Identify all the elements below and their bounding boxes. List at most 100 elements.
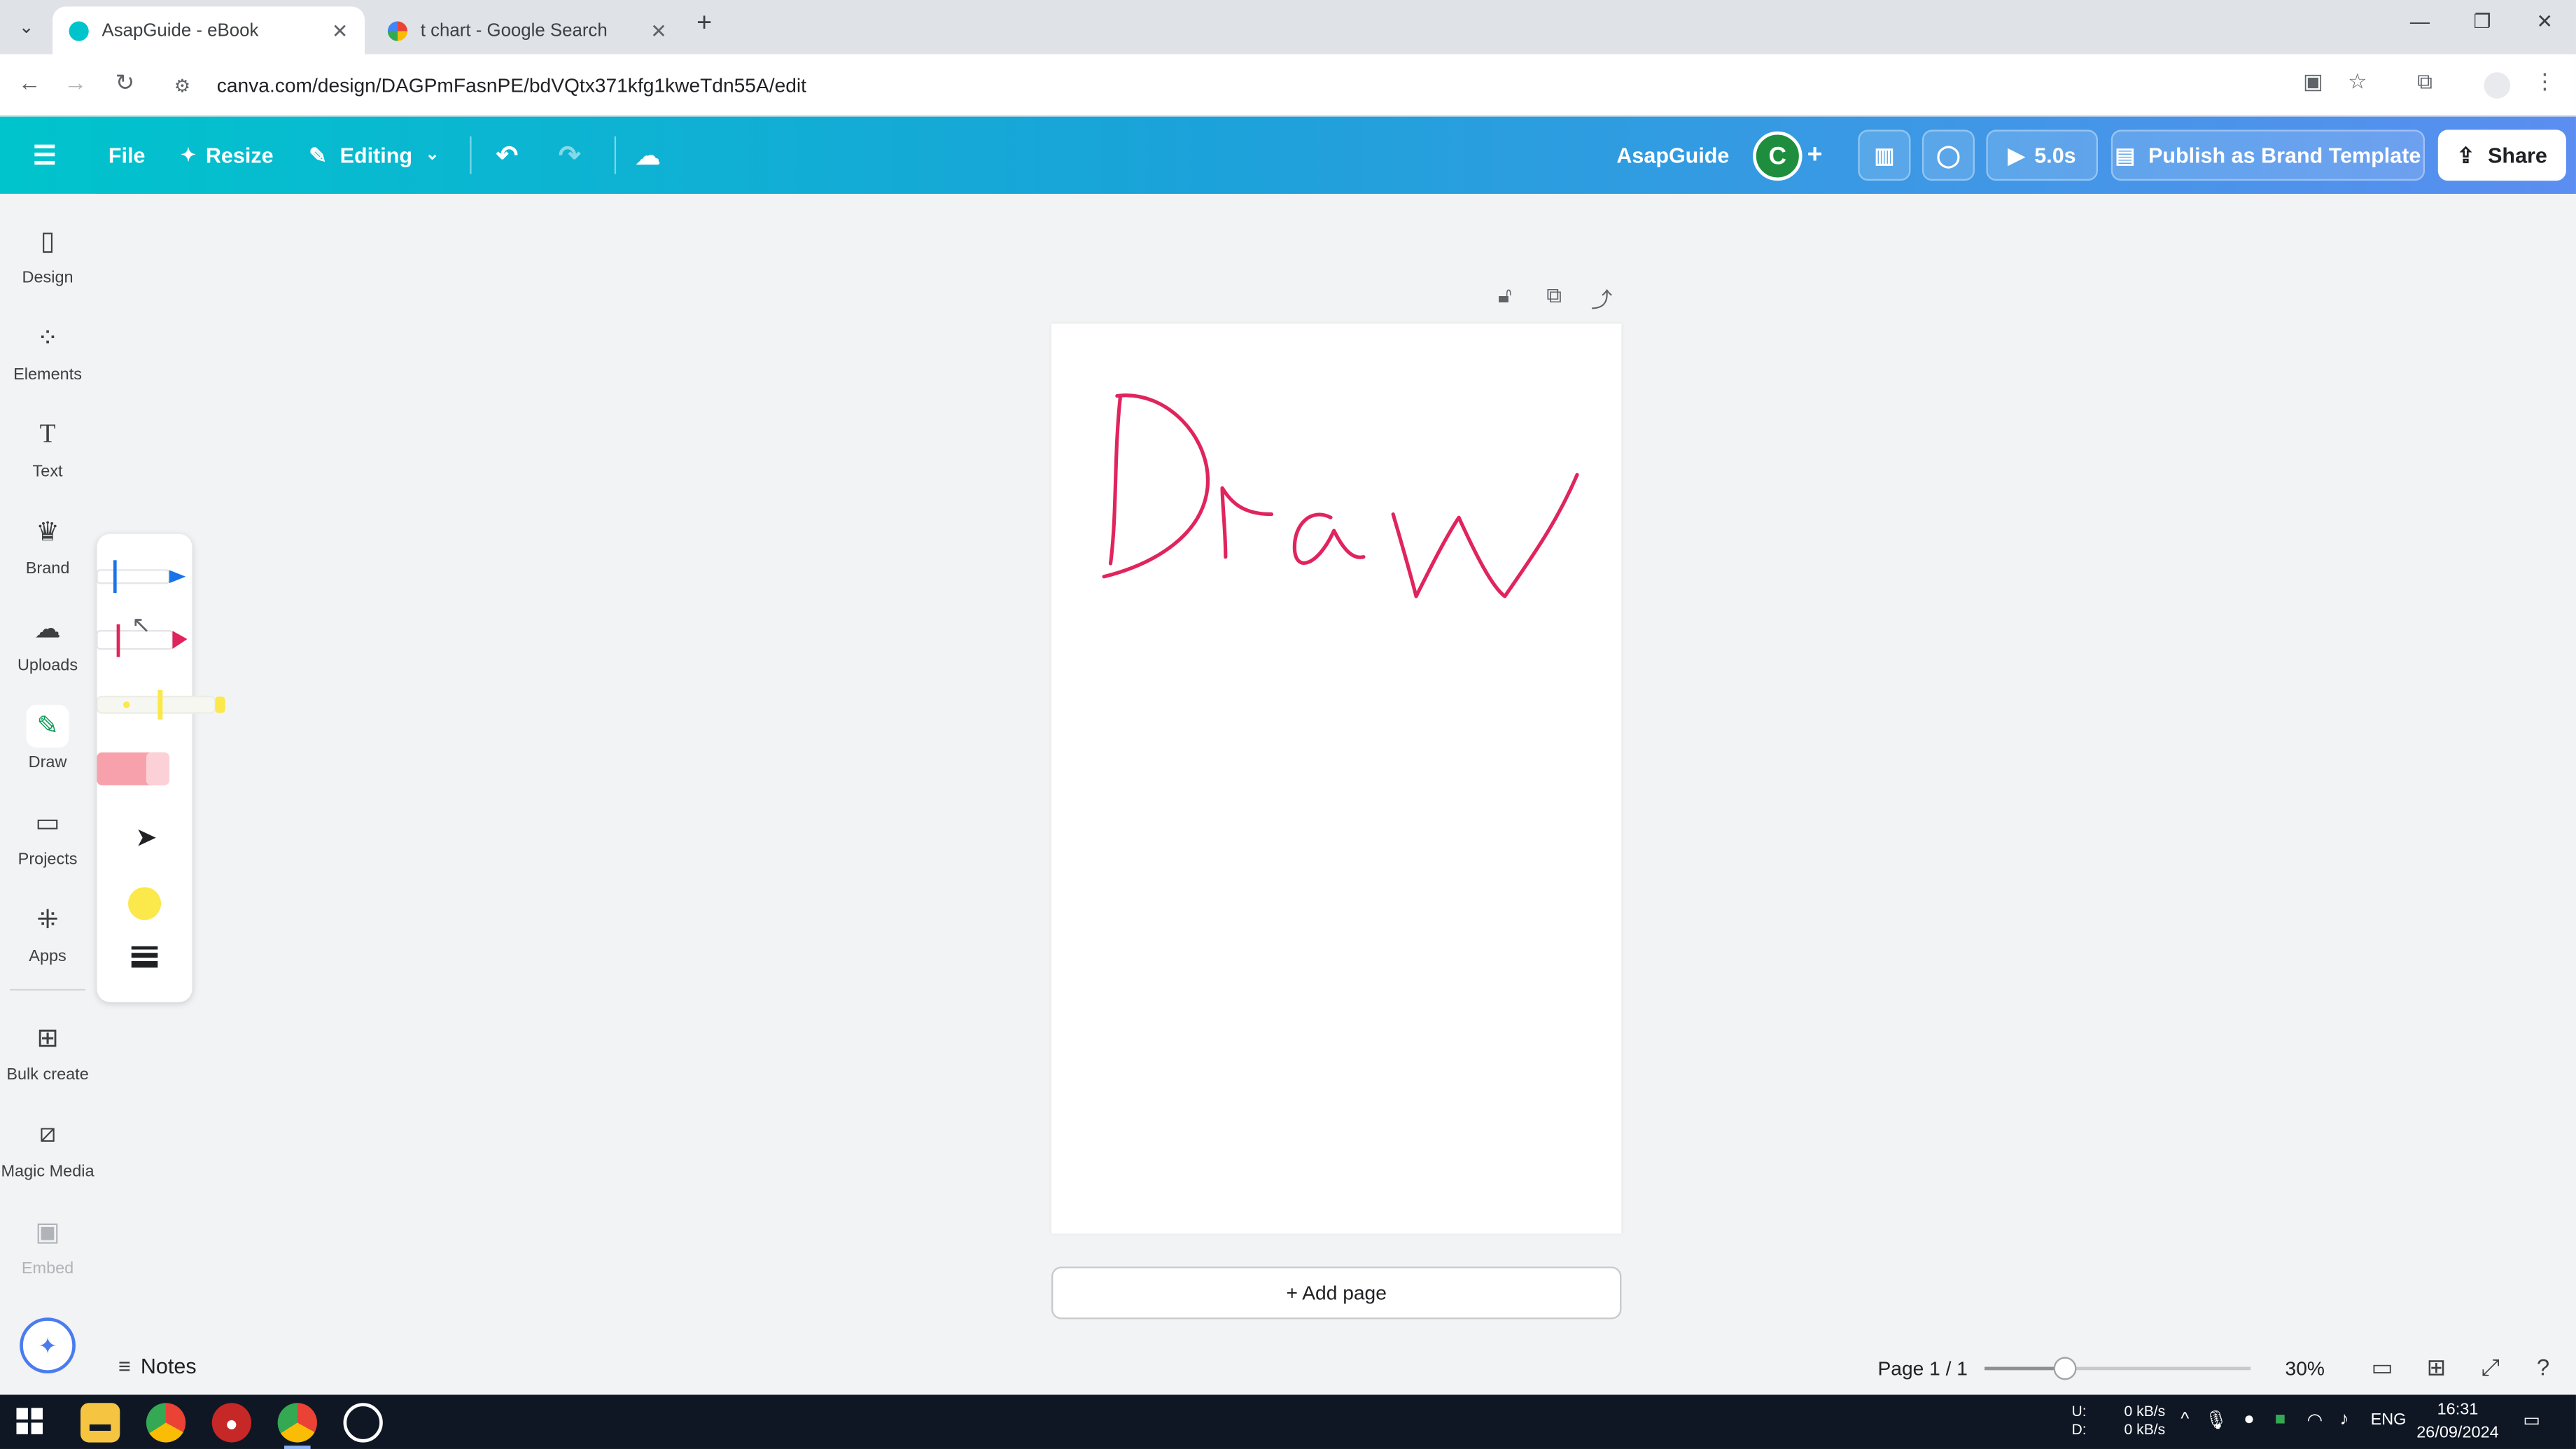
sidebar-item-label: Embed: [21, 1259, 74, 1278]
editing-mode-button[interactable]: ✎ Editing ⌄: [309, 133, 439, 177]
editing-label: Editing: [340, 143, 412, 168]
sidebar-item-projects[interactable]: ▭ Projects: [0, 790, 95, 879]
net-down: 0 kB/s: [2124, 1421, 2166, 1438]
wifi-icon[interactable]: ◠: [2303, 1410, 2326, 1431]
lock-page-icon[interactable]: 🔓︎: [1488, 283, 1521, 309]
bookmark-star-icon[interactable]: ☆: [2341, 69, 2374, 96]
publish-brand-template-button[interactable]: ▤ Publish as Brand Template: [2110, 130, 2426, 181]
present-button[interactable]: ▶ 5.0s: [1986, 130, 2098, 181]
add-page-button[interactable]: + Add page: [1051, 1266, 1622, 1320]
profile-avatar[interactable]: [2484, 72, 2511, 99]
zoom-slider[interactable]: [1984, 1357, 2251, 1380]
cloud-save-icon[interactable]: ☁: [636, 133, 660, 177]
minimize-icon[interactable]: —: [2395, 10, 2444, 33]
clock-time: 16:31: [2437, 1401, 2479, 1420]
omnibox[interactable]: ⚙ canva.com/design/DAGPmFasnPE/bdVQtx371…: [164, 62, 2465, 108]
redo-icon[interactable]: ↷: [559, 133, 580, 177]
fullscreen-icon[interactable]: ⤢: [2474, 1354, 2507, 1382]
forward-icon[interactable]: →: [59, 69, 92, 96]
select-arrow-icon[interactable]: ➤: [130, 821, 162, 854]
duplicate-page-icon[interactable]: ⧉: [1538, 283, 1571, 309]
zoom-percentage[interactable]: 30%: [2286, 1357, 2325, 1380]
document-title[interactable]: AsapGuide: [1616, 133, 1729, 177]
invite-plus-icon[interactable]: +: [1807, 133, 1823, 177]
resize-button[interactable]: ✦ Resize: [181, 133, 273, 177]
main-menu-icon[interactable]: ☰: [33, 133, 57, 177]
template-icon: ▤: [2115, 142, 2136, 167]
help-icon[interactable]: ?: [2527, 1354, 2560, 1380]
recorder-app-icon[interactable]: ●: [211, 1403, 252, 1443]
page-indicator[interactable]: Page 1 / 1: [1878, 1357, 1968, 1380]
url-text[interactable]: canva.com/design/DAGPmFasnPE/bdVQtx371kf…: [217, 74, 806, 97]
bulk-create-icon: ⊞: [36, 1024, 59, 1053]
file-menu-button[interactable]: File: [108, 133, 146, 177]
extensions-icon[interactable]: ⧉: [2409, 69, 2442, 96]
avatar[interactable]: C: [1753, 131, 1802, 181]
file-explorer-icon[interactable]: ▬: [80, 1403, 120, 1443]
tab-google-search[interactable]: t chart - Google Search ✕: [371, 6, 683, 54]
add-page-top-icon[interactable]: ⤴: [1586, 283, 1618, 314]
sidebar-item-uploads[interactable]: ☁ Uploads: [0, 596, 95, 685]
publish-label: Publish as Brand Template: [2148, 143, 2421, 168]
sidebar-item-text[interactable]: T Text: [0, 402, 95, 491]
window-close-icon[interactable]: ✕: [2520, 10, 2569, 33]
chrome-active-icon[interactable]: [277, 1403, 317, 1449]
browser-menu-icon[interactable]: ⋮: [2528, 69, 2561, 96]
chrome-icon[interactable]: [146, 1403, 186, 1443]
stroke-weight-icon[interactable]: [131, 946, 158, 969]
undo-icon[interactable]: ↶: [496, 133, 518, 177]
tray-app-icon[interactable]: ●: [2237, 1410, 2260, 1429]
sidebar-item-brand[interactable]: ♛ Brand: [0, 499, 95, 588]
pages-view-icon[interactable]: ▭: [2366, 1354, 2399, 1382]
microphone-icon[interactable]: 🎙︎: [2205, 1410, 2228, 1431]
freehand-drawing[interactable]: [1051, 323, 1621, 1233]
header-divider: [470, 136, 472, 174]
pencil-icon: ✎: [309, 142, 327, 167]
tray-green-icon[interactable]: ■: [2269, 1410, 2292, 1429]
volume-icon[interactable]: ♪: [2333, 1410, 2356, 1429]
apps-icon: ⁜: [36, 906, 59, 934]
sidebar-item-embed[interactable]: ▣ Embed: [0, 1199, 95, 1288]
canva-favicon-icon: [69, 20, 89, 41]
language-indicator[interactable]: ENG: [2371, 1411, 2407, 1429]
install-app-icon[interactable]: ▣: [2297, 69, 2330, 96]
glow-pen-tool[interactable]: [97, 687, 228, 723]
magic-assistant-icon[interactable]: ✦: [20, 1317, 76, 1374]
windows-start-icon[interactable]: [16, 1408, 43, 1434]
sidebar-item-draw[interactable]: ✎ Draw: [0, 693, 95, 782]
net-speeds: 0 kB/s 0 kB/s: [2124, 1403, 2166, 1439]
tab-close-icon[interactable]: ✕: [650, 19, 667, 42]
share-button[interactable]: ⇪ Share: [2437, 130, 2566, 181]
tab-asapguide[interactable]: AsapGuide - eBook ✕: [52, 6, 365, 55]
clock-app-icon[interactable]: [343, 1403, 383, 1443]
notifications-icon[interactable]: ▭: [2520, 1410, 2543, 1431]
notes-button[interactable]: ≡ Notes: [118, 1354, 197, 1378]
comments-icon[interactable]: ◯: [1921, 130, 1975, 181]
zoom-slider-knob[interactable]: [2053, 1357, 2077, 1380]
sidebar-item-label: Magic Media: [1, 1162, 94, 1181]
highlighter-tool[interactable]: [97, 751, 192, 788]
design-page[interactable]: [1051, 323, 1622, 1234]
taskbar-clock[interactable]: 16:31 26/09/2024: [2405, 1400, 2510, 1446]
sidebar-item-elements[interactable]: ⁘ Elements: [0, 306, 95, 395]
sidebar-item-label: Brand: [25, 559, 70, 578]
tab-search-chevron-icon[interactable]: ⌄: [10, 10, 43, 43]
reload-icon[interactable]: ↻: [108, 69, 141, 97]
sidebar-item-apps[interactable]: ⁜ Apps: [0, 887, 95, 976]
sidebar-item-bulk-create[interactable]: ⊞ Bulk create: [0, 1005, 95, 1094]
tab-title: AsapGuide - eBook: [102, 20, 259, 41]
tab-close-icon[interactable]: ✕: [332, 19, 349, 42]
sidebar-item-design[interactable]: ▯ Design: [0, 209, 95, 298]
new-tab-icon[interactable]: +: [696, 10, 712, 39]
site-settings-icon[interactable]: ⚙: [174, 75, 204, 96]
color-swatch[interactable]: [128, 887, 161, 920]
insights-chart-icon[interactable]: ▥: [1858, 130, 1911, 181]
back-icon[interactable]: ←: [13, 69, 46, 96]
pen-tool[interactable]: [97, 557, 192, 594]
restore-icon[interactable]: ❐: [2458, 10, 2507, 33]
sidebar-item-magic-media[interactable]: ⧄ Magic Media: [0, 1102, 95, 1191]
chevron-down-icon: ⌄: [425, 146, 440, 164]
net-up: 0 kB/s: [2124, 1403, 2166, 1420]
tray-expand-icon[interactable]: ^: [2174, 1410, 2197, 1429]
grid-view-icon[interactable]: ⊞: [2420, 1354, 2453, 1382]
